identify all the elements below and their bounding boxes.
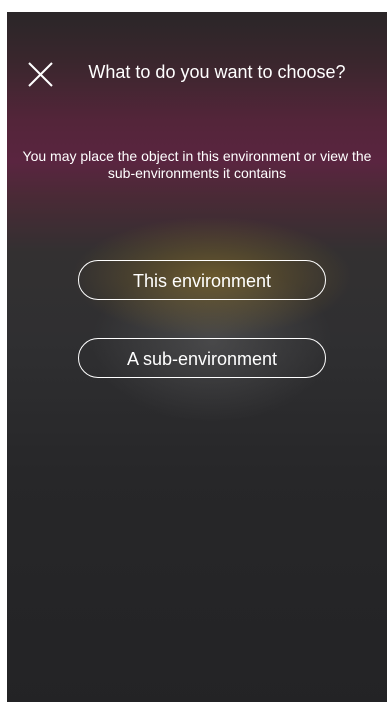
dialog-title: What to do you want to choose? (88, 62, 346, 82)
sub-environment-button[interactable]: A sub-environment (78, 338, 326, 378)
dialog-description: You may place the object in this environ… (22, 148, 372, 181)
close-button[interactable] (25, 60, 55, 90)
close-icon (28, 62, 53, 87)
this-environment-button[interactable]: This environment (78, 260, 326, 300)
choice-dialog: What to do you want to choose? You may p… (7, 12, 387, 702)
